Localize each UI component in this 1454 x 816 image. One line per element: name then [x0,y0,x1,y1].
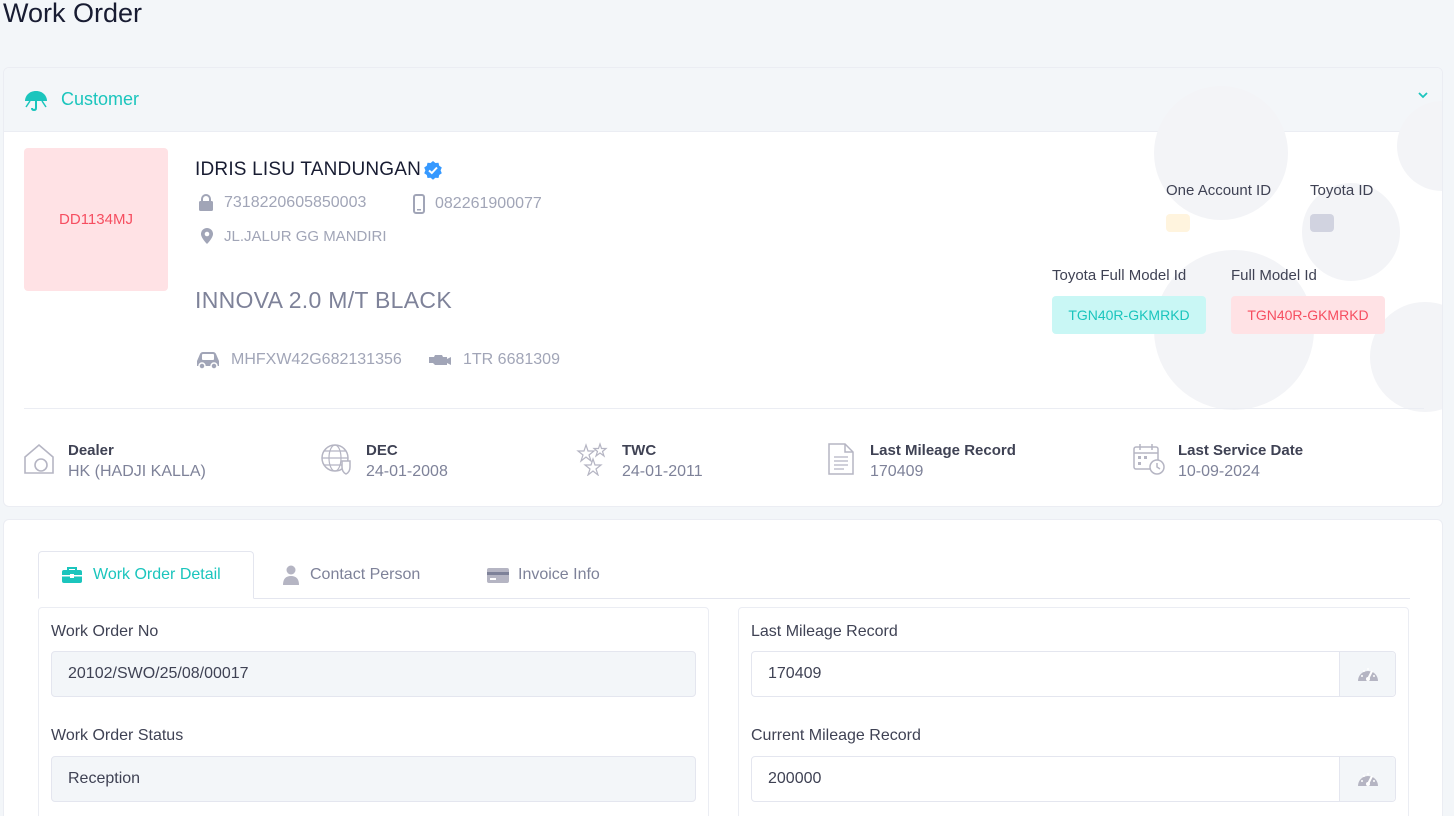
stat-value: HK (HADJI KALLA) [68,463,206,480]
full-model-badge: TGN40R-GKMRKD [1231,296,1385,334]
map-pin-icon [201,228,213,244]
globe-shield-icon [321,444,351,475]
mobile-phone-icon [413,194,425,214]
engine-number: 1TR 6681309 [463,351,560,368]
work-order-card: Work Order Detail Contact Person Invoice… [3,519,1443,816]
id-number-row: 7318220605850003 [198,194,366,212]
vin-row: MHFXW42G682131356 [195,351,402,369]
current-mileage-label: Current Mileage Record [751,727,921,744]
tab-label: Contact Person [310,566,421,583]
document-icon [828,443,854,475]
stat-value: 10-09-2024 [1178,463,1260,480]
one-account-id-label: One Account ID [1166,182,1272,199]
address-row: JL.JALUR GG MANDIRI [200,227,387,245]
vehicle-model: INNOVA 2.0 M/T BLACK [195,287,452,313]
umbrella-icon [25,91,47,111]
speedometer-addon [1339,652,1395,696]
stat-label: Last Service Date [1178,442,1304,459]
stat-value: 170409 [870,463,924,480]
license-plate: DD1134MJ [24,148,168,291]
divider [24,408,1424,409]
user-icon [283,565,299,585]
speedometer-addon [1339,757,1395,801]
tab-invoice-info[interactable]: Invoice Info [486,551,600,599]
page-title: Work Order [3,0,143,28]
stars-icon [576,442,608,476]
work-order-status-field[interactable]: Reception [51,756,696,802]
engine-icon [429,355,451,365]
stat-dec: DEC 24-01-2008 [320,442,448,481]
current-mileage-value: 200000 [768,770,822,787]
stat-twc: TWC 24-01-2011 [576,442,703,481]
id-number: 7318220605850003 [224,194,367,211]
toyota-full-model-label: Toyota Full Model Id [1052,267,1187,284]
one-account-id-badge [1166,214,1190,232]
toyota-id-label: Toyota ID [1310,182,1374,199]
vin-number: MHFXW42G682131356 [231,351,402,368]
speedometer-icon [1357,668,1378,681]
tab-label: Invoice Info [518,566,600,583]
tab-label: Work Order Detail [93,566,221,583]
mileage-panel: Last Mileage Record 170409 Current Milea… [738,607,1409,816]
calendar-clock-icon [1133,444,1165,475]
engine-row: 1TR 6681309 [427,351,560,369]
customer-section-title: Customer [61,89,140,109]
briefcase-icon [62,567,82,583]
tab-work-order-detail[interactable]: Work Order Detail [38,551,254,599]
stat-label: Dealer [68,442,114,459]
phone-row: 082261900077 [413,194,542,214]
stat-label: TWC [622,442,657,459]
stat-label: DEC [366,442,398,459]
toyota-id-badge [1310,214,1334,232]
toyota-full-model-badge: TGN40R-GKMRKD [1052,296,1206,334]
current-mileage-field[interactable]: 200000 [751,756,1396,802]
full-model-label: Full Model Id [1231,267,1317,284]
work-order-status-label: Work Order Status [51,727,184,744]
lock-icon [199,194,213,211]
tab-contact-person[interactable]: Contact Person [282,551,420,599]
last-mileage-label: Last Mileage Record [751,623,898,640]
stat-label: Last Mileage Record [870,442,1016,459]
work-order-no-label: Work Order No [51,623,159,640]
credit-card-icon [487,568,509,583]
stat-last-mileage: Last Mileage Record 170409 [824,442,1016,481]
verified-badge-icon [424,161,442,180]
stat-value: 24-01-2011 [622,463,703,480]
house-icon [24,443,54,474]
work-order-no-field[interactable]: 20102/SWO/25/08/00017 [51,651,696,697]
decorative-circle [1154,86,1288,220]
car-icon [197,352,219,369]
address: JL.JALUR GG MANDIRI [224,227,387,245]
last-mileage-field[interactable]: 170409 [751,651,1396,697]
customer-card: Customer DD1134MJ IDRIS LISU TANDUNGAN 7… [3,67,1443,507]
stat-dealer: Dealer HK (HADJI KALLA) [22,442,206,481]
phone-number: 082261900077 [435,195,542,212]
last-mileage-value: 170409 [768,665,822,682]
customer-name: IDRIS LISU TANDUNGAN [195,159,422,180]
work-order-panel: Work Order No 20102/SWO/25/08/00017 Work… [38,607,709,816]
stat-value: 24-01-2008 [366,463,448,480]
speedometer-icon [1357,773,1378,786]
stat-last-service: Last Service Date 10-09-2024 [1132,442,1303,481]
